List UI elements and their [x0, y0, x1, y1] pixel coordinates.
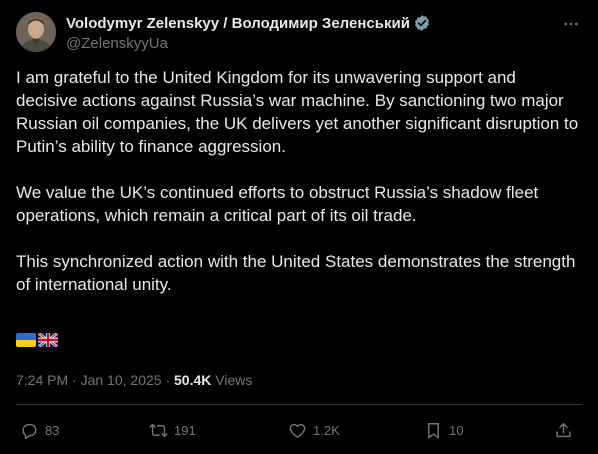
author-display-name[interactable]: Volodymyr Zelenskyy / Володимир Зеленськ… [66, 15, 410, 32]
tweet-paragraph: I am grateful to the United Kingdom for … [16, 68, 579, 156]
author-avatar[interactable] [16, 12, 56, 52]
repost-count: 191 [174, 422, 196, 438]
meta-separator: · [165, 372, 171, 388]
reply-icon [22, 423, 37, 439]
share-icon [556, 422, 571, 437]
more-options-button[interactable] [560, 14, 582, 34]
tweet-paragraph: We value the UK’s continued efforts to o… [16, 183, 539, 225]
more-horizontal-icon [564, 22, 578, 26]
heart-icon [289, 423, 306, 438]
action-bar: 83 191 1.2K 10 [16, 418, 582, 442]
divider [16, 404, 582, 405]
views-label: Views [215, 372, 253, 388]
author-handle[interactable]: @ZelenskyyUa [66, 35, 431, 52]
verified-badge-icon[interactable] [413, 14, 431, 32]
tweet-date[interactable]: Jan 10, 2025 [81, 372, 162, 388]
tweet-card: Volodymyr Zelenskyy / Володимир Зеленськ… [0, 0, 598, 454]
like-count: 1.2K [313, 422, 340, 438]
meta-separator: · [72, 372, 77, 388]
tweet-meta: 7:24 PM · Jan 10, 2025 · 50.4K Views [16, 372, 252, 388]
author-name-block: Volodymyr Zelenskyy / Володимир Зеленськ… [66, 13, 431, 52]
ukraine-flag-icon [16, 333, 36, 347]
views-count: 50.4K [174, 372, 212, 388]
tweet-paragraph: This synchronized action with the United… [16, 252, 576, 294]
repost-icon [149, 423, 168, 437]
avatar-photo-icon [16, 12, 56, 52]
bookmark-count: 10 [449, 422, 464, 438]
tweet-header: Volodymyr Zelenskyy / Володимир Зеленськ… [16, 12, 582, 56]
bookmark-button[interactable]: 10 [424, 418, 463, 442]
tweet-text: I am grateful to the United Kingdom for … [16, 66, 582, 319]
tweet-time[interactable]: 7:24 PM [16, 372, 68, 388]
repost-button[interactable]: 191 [149, 418, 196, 442]
reply-button[interactable]: 83 [20, 418, 59, 442]
like-button[interactable]: 1.2K [288, 418, 340, 442]
bookmark-icon [428, 422, 439, 438]
reply-count: 83 [45, 422, 60, 438]
flag-emojis [16, 333, 58, 347]
share-button[interactable] [554, 418, 573, 442]
united-kingdom-flag-icon [38, 333, 58, 347]
